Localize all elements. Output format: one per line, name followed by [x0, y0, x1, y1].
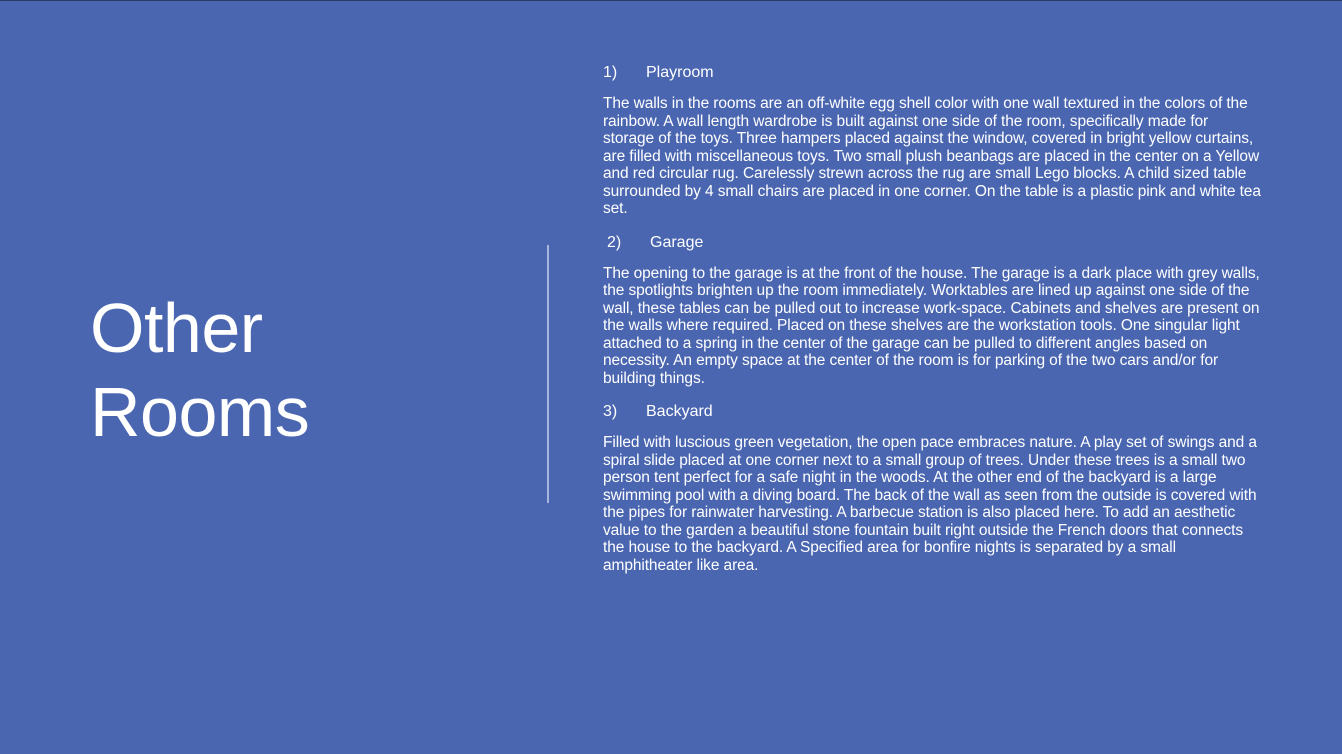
- section-body: The walls in the rooms are an off-white …: [603, 95, 1261, 217]
- section-heading: 1) Playroom: [603, 60, 1263, 86]
- section-number: 3): [603, 403, 618, 420]
- section-garage: 2) Garage The opening to the garage is at…: [603, 230, 1263, 388]
- section-title: Playroom: [646, 64, 714, 81]
- section-number: 2): [607, 233, 622, 251]
- section-backyard: 3) Backyard Filled with luscious green ve…: [603, 399, 1263, 574]
- slide-content: 1) Playroom The walls in the rooms are an…: [603, 60, 1263, 586]
- section-body: The opening to the garage is at the fron…: [603, 264, 1260, 387]
- vertical-divider: [547, 245, 549, 503]
- slide-title-line-1: Other: [90, 289, 263, 367]
- section-body: Filled with luscious green vegetation, t…: [603, 434, 1257, 574]
- section-title: Backyard: [646, 403, 713, 420]
- slide-top-edge: [0, 0, 1342, 1]
- section-heading: 3) Backyard: [603, 399, 1263, 425]
- section-number: 1): [603, 64, 618, 81]
- section-title: Garage: [650, 233, 704, 251]
- section-playroom: 1) Playroom The walls in the rooms are an…: [603, 60, 1263, 218]
- section-heading: 2) Garage: [603, 230, 1263, 256]
- slide-title: Other Rooms: [90, 286, 510, 454]
- slide-title-line-2: Rooms: [90, 373, 310, 451]
